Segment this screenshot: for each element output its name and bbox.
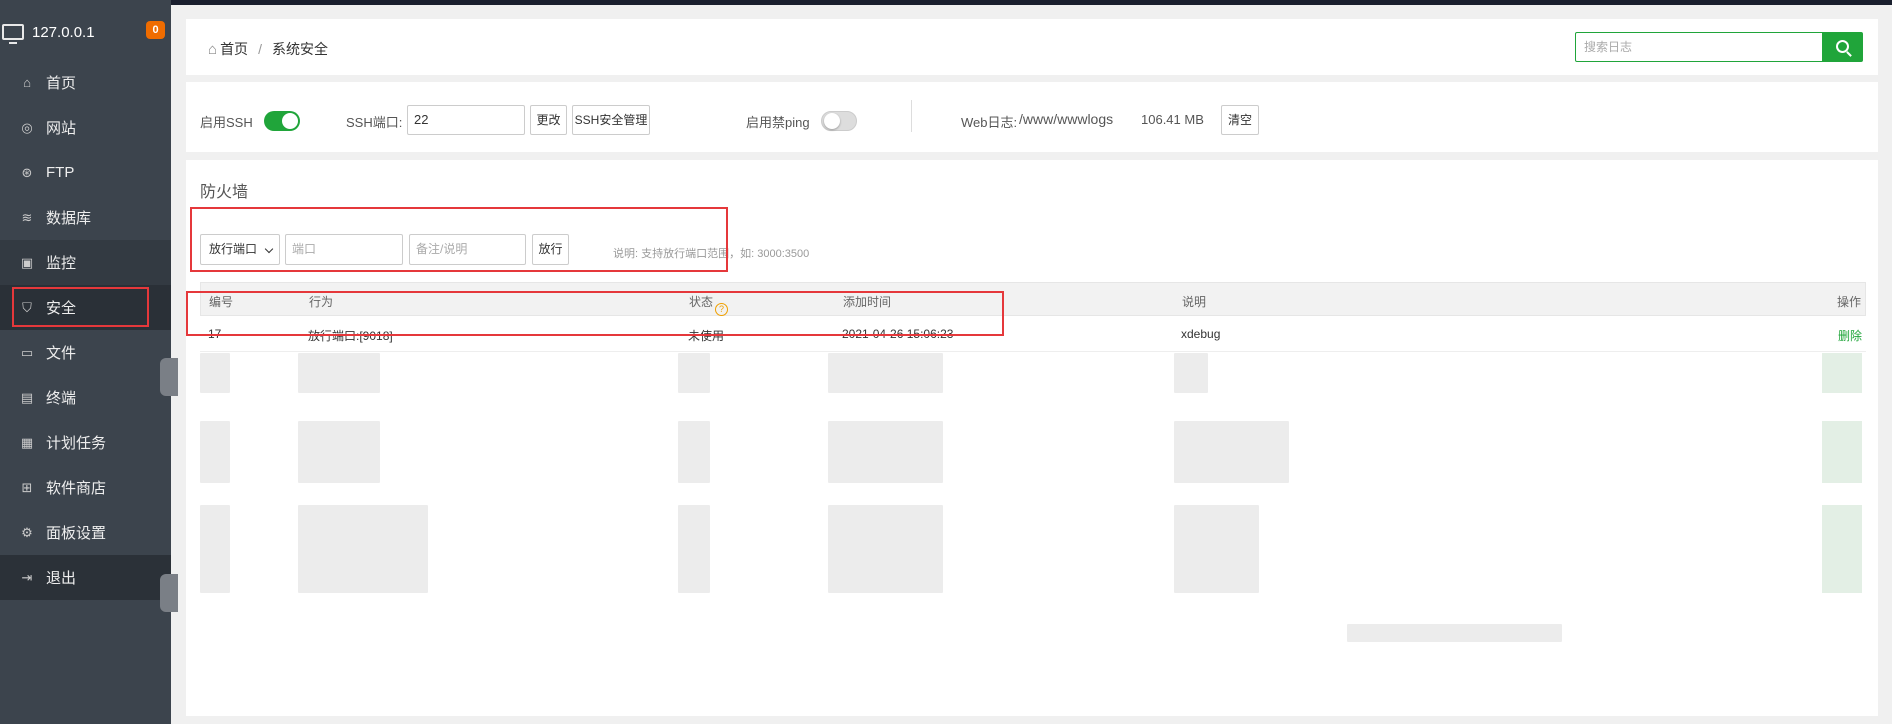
- sidebar-item-label: 终端: [46, 390, 77, 407]
- sidebar-item-ftp[interactable]: ⊛ FTP: [0, 150, 171, 195]
- weblog-size: 106.41 MB: [1141, 112, 1204, 127]
- blur-block: [298, 505, 428, 593]
- blur-block: [1822, 421, 1862, 483]
- change-port-button[interactable]: 更改: [530, 105, 567, 135]
- ping-toggle[interactable]: [821, 111, 857, 131]
- sidebar-item-terminal[interactable]: ▤ 终端: [0, 375, 171, 420]
- main-content: ⌂ 首页 / 系统安全 搜索日志 启用SSH SSH端口: 22 更改 SSH安…: [171, 5, 1892, 724]
- highlight-box: [186, 291, 1004, 336]
- blur-block: [678, 353, 710, 393]
- sidebar-item-files[interactable]: ▭ 文件: [0, 330, 171, 375]
- ssh-manage-button[interactable]: SSH安全管理: [572, 105, 650, 135]
- divider: [911, 100, 912, 132]
- sidebar-item-label: 首页: [46, 75, 77, 92]
- blur-block: [1822, 505, 1862, 593]
- blur-block: [1174, 353, 1208, 393]
- ssh-port-input[interactable]: 22: [407, 105, 525, 135]
- blur-block: [678, 505, 710, 593]
- database-icon: ≋: [21, 209, 33, 225]
- header-panel: ⌂ 首页 / 系统安全 搜索日志: [186, 19, 1878, 75]
- gear-icon: ⚙: [21, 524, 33, 540]
- ssh-panel: 启用SSH SSH端口: 22 更改 SSH安全管理 启用禁ping Web日志…: [186, 82, 1878, 152]
- ssh-port-label: SSH端口:: [346, 115, 403, 130]
- firewall-panel: 防火墙 放行端口 端口 备注/说明 放行 说明: 支持放行端口范围，如: 300…: [186, 160, 1878, 716]
- monitor-icon: ▣: [20, 254, 34, 270]
- home-icon: ⌂: [208, 40, 218, 58]
- blur-block: [200, 353, 230, 393]
- sidebar-item-label: 监控: [46, 255, 77, 272]
- cell-desc: xdebug: [1181, 327, 1221, 341]
- highlight-box: [12, 287, 149, 327]
- search-icon: [1835, 39, 1849, 53]
- sidebar-item-website[interactable]: ◎ 网站: [0, 105, 171, 150]
- weblog-label: Web日志:: [961, 115, 1018, 130]
- blur-block: [678, 421, 710, 483]
- highlight-box: [190, 207, 728, 272]
- ping-label: 启用禁ping: [746, 115, 810, 130]
- blur-block: [828, 505, 943, 593]
- sidebar-item-monitor[interactable]: ▣ 监控: [0, 240, 171, 285]
- sidebar-item-cron[interactable]: ▦ 计划任务: [0, 420, 171, 465]
- toggle-knob: [282, 113, 298, 129]
- sidebar: 127.0.0.1 0 ⌂ 首页 ◎ 网站 ⊛ FTP ≋ 数据库 ▣ 监控 ⛉…: [0, 0, 171, 724]
- home-icon: ⌂: [23, 75, 31, 90]
- search-button[interactable]: [1823, 32, 1863, 62]
- monitor-screen-icon: [2, 24, 24, 44]
- ftp-icon: ⊛: [21, 164, 33, 180]
- blur-block: [298, 353, 380, 393]
- sidebar-header: 127.0.0.1 0: [0, 0, 171, 60]
- notification-badge[interactable]: 0: [146, 21, 165, 39]
- blur-block: [298, 421, 380, 483]
- blur-block: [828, 353, 943, 393]
- sidebar-item-logout[interactable]: ⇥ 退出: [0, 555, 171, 600]
- search-input[interactable]: 搜索日志: [1575, 32, 1823, 62]
- ssh-enable-label: 启用SSH: [200, 115, 253, 130]
- sidebar-item-label: 网站: [46, 120, 77, 137]
- col-ops: 操作: [1836, 295, 1861, 309]
- ssh-toggle[interactable]: [264, 111, 300, 131]
- sidebar-item-label: 数据库: [46, 210, 92, 227]
- breadcrumb-separator: /: [258, 41, 262, 57]
- blur-block: [200, 421, 230, 483]
- terminal-icon: ▤: [20, 389, 34, 405]
- breadcrumb-home[interactable]: 首页: [220, 39, 248, 59]
- sidebar-item-security[interactable]: ⛉ 安全: [0, 285, 171, 330]
- delete-link[interactable]: 删除: [1838, 327, 1862, 344]
- breadcrumb-current: 系统安全: [271, 41, 328, 57]
- toggle-knob: [824, 113, 840, 129]
- sidebar-item-label: 面板设置: [46, 525, 107, 542]
- sidebar-item-label: 退出: [46, 570, 77, 587]
- sidebar-item-settings[interactable]: ⚙ 面板设置: [0, 510, 171, 555]
- blur-block: [1174, 421, 1289, 483]
- blur-block: [828, 421, 943, 483]
- clear-log-button[interactable]: 清空: [1221, 105, 1259, 135]
- sidebar-item-home[interactable]: ⌂ 首页: [0, 60, 171, 105]
- weblog-path-link[interactable]: /www/wwwlogs: [1019, 111, 1113, 127]
- sidebar-item-label: FTP: [46, 164, 75, 181]
- folder-icon: ▭: [20, 344, 34, 360]
- apps-icon: ⊞: [21, 479, 33, 495]
- sidebar-item-label: 软件商店: [46, 480, 107, 497]
- server-host: 127.0.0.1: [32, 23, 95, 41]
- sidebar-item-label: 计划任务: [46, 435, 107, 452]
- blur-block: [200, 505, 230, 593]
- sidebar-item-label: 文件: [46, 345, 77, 362]
- firewall-title: 防火墙: [200, 184, 249, 201]
- sidebar-item-database[interactable]: ≋ 数据库: [0, 195, 171, 240]
- blur-block: [1174, 505, 1259, 593]
- calendar-icon: ▦: [20, 434, 34, 450]
- logout-icon: ⇥: [21, 569, 33, 585]
- globe-icon: ◎: [21, 119, 33, 135]
- blur-block: [1822, 353, 1862, 393]
- col-desc: 说明: [1182, 295, 1207, 309]
- breadcrumb: ⌂ 首页 / 系统安全: [208, 39, 328, 59]
- sidebar-item-store[interactable]: ⊞ 软件商店: [0, 465, 171, 510]
- blur-block: [1347, 624, 1562, 642]
